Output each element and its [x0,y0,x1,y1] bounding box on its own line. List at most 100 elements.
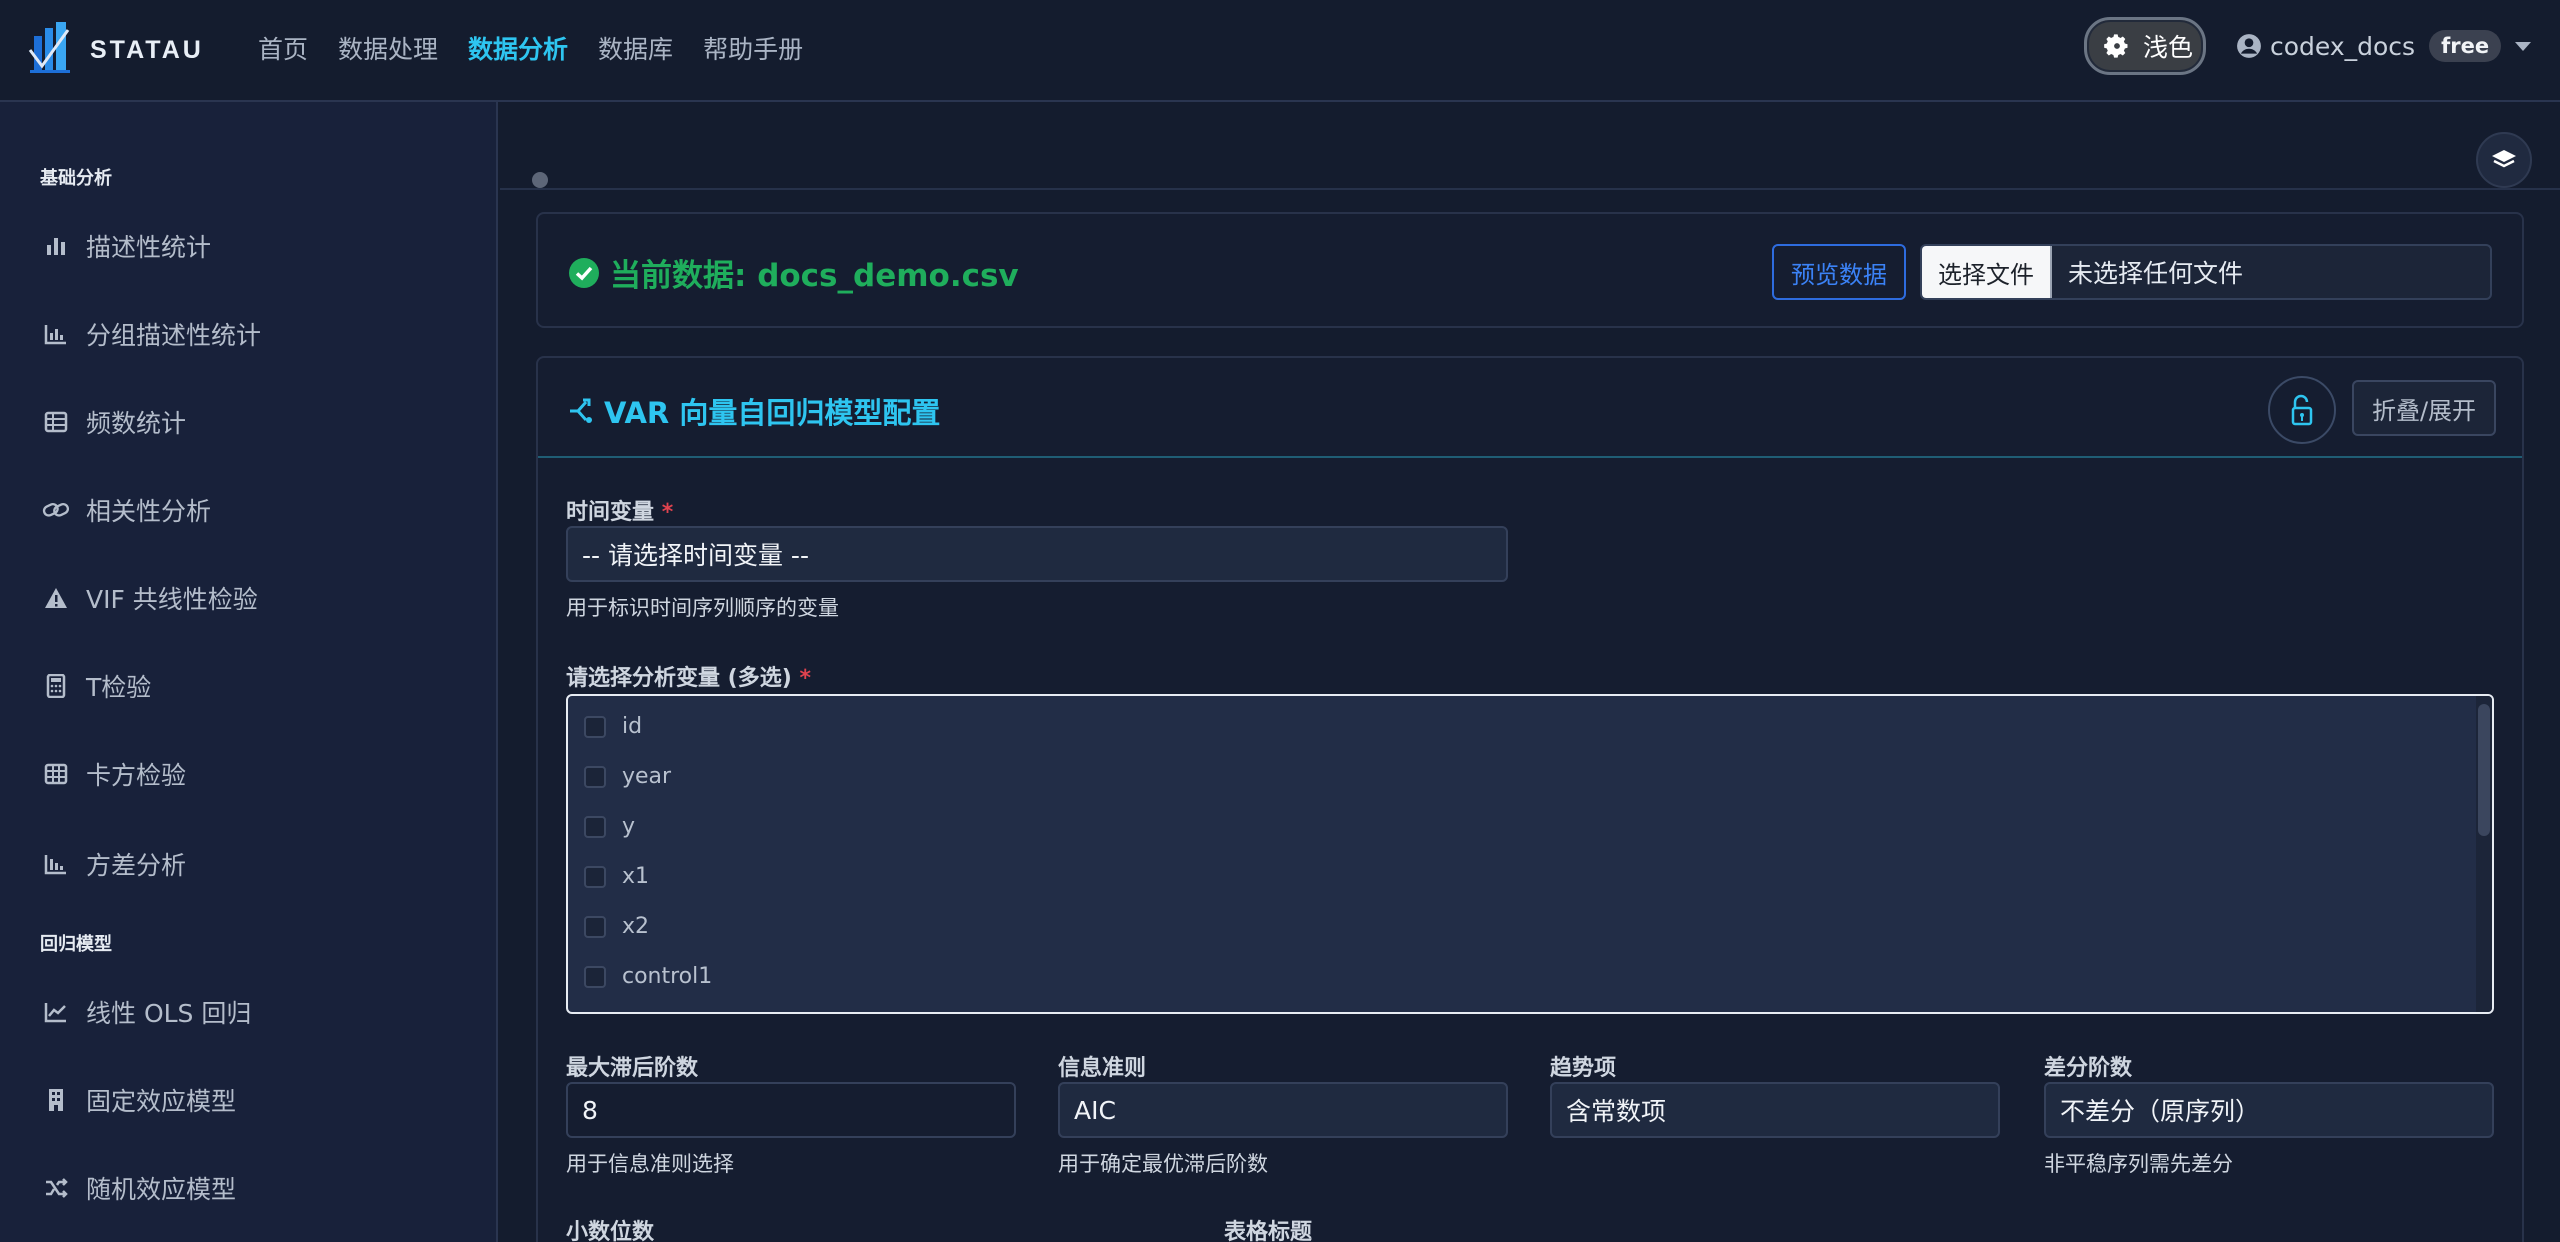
unlock-button[interactable] [2268,376,2336,444]
max-lag-help: 用于信息准则选择 [566,1152,734,1176]
preview-data-button[interactable]: 预览数据 [1772,244,1906,300]
sidebar-item-label: 描述性统计 [86,233,212,262]
current-data-label: 当前数据: docs_demo.csv [610,258,1019,294]
sidebar-item-label: 线性 OLS 回归 [86,999,252,1028]
link-icon [42,496,70,524]
nav-data-analysis[interactable]: 数据分析 [468,30,568,66]
var-option-label: control1 [622,964,713,989]
sidebar-item-label: T检验 [86,673,152,702]
table-icon [42,408,70,436]
fold-expand-button[interactable]: 折叠/展开 [2352,380,2496,436]
var-option-label: x2 [622,914,650,939]
var-option[interactable]: year [584,764,671,789]
time-var-label-text: 时间变量 [566,500,655,525]
diff-order-select[interactable]: 不差分（原序列） [2044,1082,2494,1138]
sidebar-item-descriptive[interactable]: 描述性统计 [42,228,211,264]
scrollbar-thumb[interactable] [2478,704,2490,836]
criterion-help: 用于确定最优滞后阶数 [1058,1152,1268,1176]
var-option[interactable]: y [584,814,635,839]
sidebar-item-ols[interactable]: 线性 OLS 回归 [42,994,251,1030]
sidebar-item-label: VIF 共线性检验 [86,585,258,614]
nav-home[interactable]: 首页 [258,30,308,66]
current-data-title: 当前数据: docs_demo.csv [568,250,1019,295]
logo-text: STATAU [90,36,204,64]
nav-help-manual[interactable]: 帮助手册 [703,30,803,66]
diagram-branch-icon [570,398,592,423]
checkbox[interactable] [584,915,606,938]
sidebar-item-label: 方差分析 [86,851,187,880]
bar-chart-icon [42,232,70,260]
var-option[interactable]: x2 [584,914,649,939]
var-option[interactable]: id [584,714,642,739]
theme-toggle-button[interactable]: 浅色 [2084,17,2206,75]
criterion-label: 信息准则 [1058,1056,1147,1081]
time-var-select[interactable]: -- 请选择时间变量 -- [566,526,1508,582]
line-chart-icon [42,998,70,1026]
nav-data-processing[interactable]: 数据处理 [338,30,438,66]
diff-order-label: 差分阶数 [2044,1056,2133,1081]
sidebar-item-fixed-effects[interactable]: 固定效应模型 [42,1082,236,1118]
sidebar-item-vif[interactable]: VIF 共线性检验 [42,580,258,616]
sidebar-item-anova[interactable]: 方差分析 [42,846,186,882]
column-chart-icon [42,850,70,878]
time-var-help: 用于标识时间序列顺序的变量 [566,596,839,620]
user-menu[interactable]: codex_docs free [2236,30,2532,62]
logo-mark-icon [28,22,70,73]
sidebar-item-label: 固定效应模型 [86,1087,237,1116]
chevron-down-icon [2515,41,2532,51]
max-lag-label: 最大滞后阶数 [566,1056,699,1081]
building-icon [42,1086,70,1114]
checkbox[interactable] [584,965,606,988]
trend-select[interactable]: 含常数项 [1550,1082,2000,1138]
grouped-chart-icon [42,320,70,348]
username: codex_docs [2270,31,2416,61]
nav-database[interactable]: 数据库 [598,30,673,66]
app-logo[interactable]: STATAU [28,20,218,80]
analysis-vars-multiselect[interactable]: id year y x1 x2 control1 [566,694,2494,1014]
sidebar-item-label: 频数统计 [86,409,187,438]
max-lag-value: 8 [582,1095,598,1125]
trend-label: 趋势项 [1550,1056,1617,1081]
var-option-label: x1 [622,864,650,889]
sidebar-item-correlation[interactable]: 相关性分析 [42,492,211,528]
var-option-label: year [622,764,672,789]
config-title-text: VAR 向量自回归模型配置 [604,396,941,430]
diff-order-selected: 不差分（原序列） [2060,1097,2261,1126]
choose-file-button[interactable]: 选择文件 [1922,246,2052,298]
sidebar-section-basic: 基础分析 [40,168,112,189]
sidebar-item-label: 随机效应模型 [86,1175,237,1204]
var-option[interactable]: control1 [584,964,712,989]
config-card-header: VAR 向量自回归模型配置 折叠/展开 [538,358,2522,458]
analysis-vars-label: 请选择分析变量 (多选) * [566,660,811,692]
shuffle-icon [42,1174,70,1202]
checkbox[interactable] [584,865,606,888]
check-circle-icon [569,257,599,288]
scrollbar[interactable] [2476,696,2492,1012]
criterion-select[interactable]: AIC [1058,1082,1508,1138]
sidebar-item-ttest[interactable]: T检验 [42,668,151,704]
checkbox[interactable] [584,815,606,838]
sidebar-item-chisquare[interactable]: 卡方检验 [42,756,186,792]
sidebar-item-grouped-descriptive[interactable]: 分组描述性统计 [42,316,261,352]
var-option[interactable]: x1 [584,864,649,889]
file-input-status: 未选择任何文件 [2068,259,2244,288]
max-lag-input[interactable]: 8 [566,1082,1016,1138]
analysis-vars-label-text: 请选择分析变量 (多选) [566,666,792,691]
config-title: VAR 向量自回归模型配置 [566,390,940,432]
grid-icon [42,760,70,788]
file-input[interactable]: 选择文件 未选择任何文件 [1920,244,2492,300]
main-nav: 首页 数据处理 数据分析 数据库 帮助手册 [258,30,833,66]
calculator-icon [42,672,70,700]
layers-button[interactable] [2476,132,2532,188]
main-toolbar [500,102,2560,190]
unlock-icon [2291,394,2313,426]
time-var-selected: -- 请选择时间变量 -- [582,541,809,570]
diff-order-help: 非平稳序列需先差分 [2044,1152,2233,1176]
sidebar-item-frequency[interactable]: 频数统计 [42,404,186,440]
time-var-label: 时间变量 * [566,494,673,526]
trend-selected: 含常数项 [1566,1097,1667,1126]
sidebar-item-random-effects[interactable]: 随机效应模型 [42,1170,236,1206]
gear-icon [2104,34,2128,58]
checkbox[interactable] [584,765,606,788]
checkbox[interactable] [584,715,606,738]
